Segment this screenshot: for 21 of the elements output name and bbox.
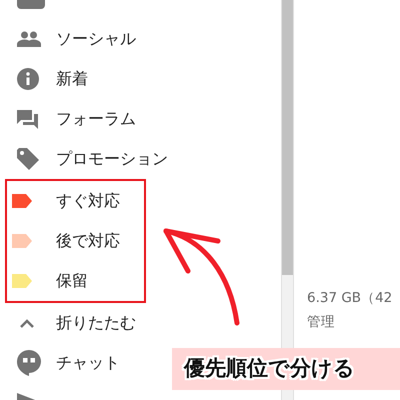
sidebar-item[interactable]: 折りたたむ xyxy=(56,311,136,335)
sidebar-item[interactable]: チャット xyxy=(56,351,120,375)
sidebar-item[interactable]: 後で対応 xyxy=(56,229,120,253)
sidebar-item[interactable]: 新着 xyxy=(56,67,88,91)
label-icon xyxy=(12,234,32,248)
manage-link[interactable]: 管理 xyxy=(307,312,392,336)
sidebar-item[interactable]: すぐ対応 xyxy=(56,189,120,213)
sidebar-item[interactable]: プロモーション xyxy=(56,147,168,171)
sidebar-item[interactable]: ソーシャル xyxy=(56,27,136,51)
storage-usage: 6.37 GB（42 xyxy=(307,289,392,308)
callout-label: 優先順位で分ける xyxy=(172,348,400,390)
chat-bubbles-icon xyxy=(17,109,39,129)
people-icon xyxy=(17,31,41,47)
tag-icon xyxy=(17,148,39,170)
label-icon xyxy=(12,194,32,208)
label-icon xyxy=(12,274,32,288)
chevron-up-icon xyxy=(20,318,34,328)
info-icon xyxy=(17,68,39,90)
chat-icon xyxy=(17,350,41,376)
sidebar-item[interactable]: 保留 xyxy=(56,269,88,293)
sidebar-item[interactable]: フォーラム xyxy=(56,107,136,131)
